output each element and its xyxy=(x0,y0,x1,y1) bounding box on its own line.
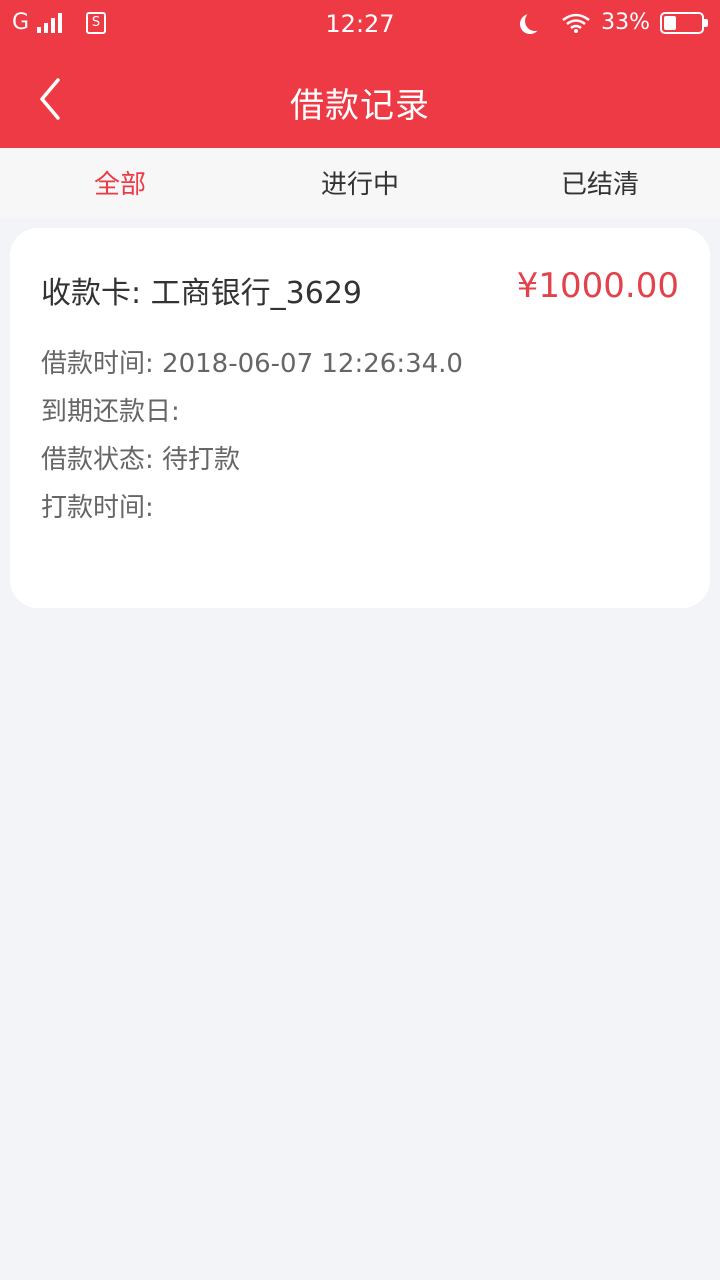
card-header: 收款卡: 工商银行_3629 ¥1000.00 xyxy=(41,266,679,312)
tab-settled[interactable]: 已结清 xyxy=(480,148,720,218)
nav-header: 借款记录 xyxy=(0,50,720,148)
status-right: 33% xyxy=(517,10,708,35)
battery-percent: 33% xyxy=(601,10,650,35)
due-date: 到期还款日: xyxy=(41,397,180,427)
tab-in-progress[interactable]: 进行中 xyxy=(240,148,480,218)
wifi-icon xyxy=(562,13,590,33)
borrow-time: 借款时间: 2018-06-07 12:26:34.0 xyxy=(41,349,463,379)
top-bar: G S 12:27 33% 借款记录 xyxy=(0,0,720,148)
page-title: 借款记录 xyxy=(290,86,430,126)
loan-record-card[interactable]: 收款卡: 工商银行_3629 ¥1000.00 借款时间: 2018-06-07… xyxy=(10,228,710,608)
moon-icon xyxy=(525,11,545,31)
loan-details: 借款时间: 2018-06-07 12:26:34.0 到期还款日: 借款状态:… xyxy=(41,340,463,532)
loan-amount: ¥1000.00 xyxy=(516,266,679,306)
filter-tabs: 全部 进行中 已结清 xyxy=(0,148,720,218)
bank-card-label: 收款卡: 工商银行_3629 xyxy=(41,276,362,311)
tab-all[interactable]: 全部 xyxy=(0,148,240,218)
payout-time: 打款时间: xyxy=(41,493,154,523)
battery-icon xyxy=(660,11,708,34)
loan-status: 借款状态: 待打款 xyxy=(41,445,241,475)
status-bar: G S 12:27 33% xyxy=(0,0,720,50)
